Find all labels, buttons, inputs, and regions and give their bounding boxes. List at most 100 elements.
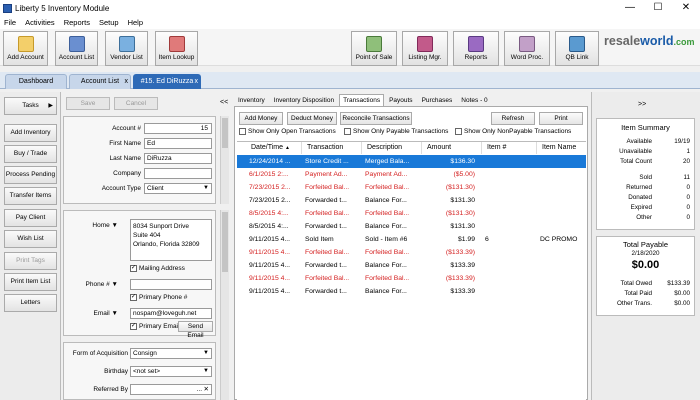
table-row[interactable]: 7/23/2015 2... Forwarded t... Balance For.… (237, 194, 586, 207)
table-row[interactable]: 8/5/2015 4:... Forwarded t... Balance For.… (237, 220, 586, 233)
table-cell: Forwarded t... (305, 197, 347, 204)
tab-payouts[interactable]: Payouts (385, 94, 417, 106)
mailing-address-checkbox[interactable]: ✓ Mailing Address (130, 265, 185, 272)
buy-trade-button[interactable]: Buy / Trade (4, 145, 57, 163)
referred-by-field[interactable]: ... ✕ (130, 384, 212, 395)
payable-row: Total Owed $133.39 (601, 279, 691, 289)
table-row[interactable]: 9/11/2015 4... Sold Item Sold - Item #6 $1.… (237, 233, 586, 246)
table-row[interactable]: 9/11/2015 4... Forwarded t... Balance For.… (237, 285, 586, 298)
expand-summary-button[interactable]: >> (638, 101, 646, 108)
table-row[interactable]: 9/11/2015 4... Forfeited Bal... Forfeited … (237, 272, 586, 285)
table-row[interactable]: 9/11/2015 4... Forwarded t... Balance For.… (237, 259, 586, 272)
company-field[interactable] (144, 168, 212, 179)
menu-setup[interactable]: Setup (99, 18, 119, 27)
tab-transactions[interactable]: Transactions (339, 94, 385, 106)
table-row[interactable]: 8/5/2015 4:... Forfeited Bal... Forfeited … (237, 207, 586, 220)
vendor-list-button[interactable]: Vendor List (105, 31, 148, 66)
tab-account-list[interactable]: Account List x (69, 74, 131, 89)
reports-button[interactable]: Reports (453, 31, 499, 66)
tab-account-15[interactable]: #15. Ed DiRuzza x (133, 74, 201, 89)
birthday-select[interactable]: <not set> ▼ (130, 366, 212, 377)
qb-link-button[interactable]: QB Link (555, 31, 599, 66)
table-row[interactable]: 9/11/2015 4... Forfeited Bal... Forfeited … (237, 246, 586, 259)
menu-reports[interactable]: Reports (64, 18, 90, 27)
tasks-button[interactable]: Tasks ▶ (4, 97, 57, 115)
account-type-select[interactable]: Client ▼ (144, 183, 212, 194)
table-cell: Forfeited Bal... (365, 210, 410, 217)
tab-inventory-disposition[interactable]: Inventory Disposition (270, 94, 338, 106)
menu-file[interactable]: File (4, 18, 16, 27)
close-button[interactable]: ✕ (673, 1, 699, 15)
account-number-field[interactable]: 15 (144, 123, 212, 134)
menu-help[interactable]: Help (128, 18, 143, 27)
deduct-money-button[interactable]: Deduct Money (287, 112, 337, 125)
column-header-item-number[interactable]: Item # (482, 142, 537, 154)
clear-icon[interactable]: ✕ (204, 385, 209, 394)
form-scrollbar[interactable] (220, 116, 229, 204)
contact-scrollbar[interactable] (220, 210, 229, 400)
summary-label: Available (626, 138, 652, 145)
more-icon[interactable]: ... (197, 385, 202, 394)
tab-purchases[interactable]: Purchases (418, 94, 457, 106)
column-header-transaction[interactable]: Transaction (302, 142, 362, 154)
listing-manager-icon (417, 36, 433, 52)
column-header-amount[interactable]: Amount (422, 142, 482, 154)
item-lookup-button[interactable]: Item Lookup (155, 31, 198, 66)
table-row[interactable]: 6/1/2015 2:... Payment Ad... Payment Ad...… (237, 168, 586, 181)
listing-manager-button[interactable]: Listing Mgr. (402, 31, 448, 66)
summary-label: Unavailable (619, 148, 652, 155)
close-tab-icon[interactable]: x (125, 75, 129, 89)
qb-link-icon (569, 36, 585, 52)
cancel-button[interactable]: Cancel (114, 97, 158, 110)
summary-row: Returned 0 (601, 183, 690, 193)
nonpayable-transactions-checkbox[interactable]: Show Only NonPayable Transactions (455, 128, 571, 135)
transfer-items-button[interactable]: Transfer Items (4, 187, 57, 205)
table-cell: Forfeited Bal... (365, 184, 410, 191)
address-field[interactable]: 8034 Sunport Drive Suite 404 Orlando, Fl… (130, 219, 212, 261)
add-account-button[interactable]: Add Account (3, 31, 48, 66)
email-field[interactable]: nospam@loveguh.net (130, 308, 212, 319)
add-money-button[interactable]: Add Money (239, 112, 283, 125)
pay-client-button[interactable]: Pay Client (4, 209, 57, 227)
total-payable-box: Total Payable 2/18/2020 $0.00 Total Owed… (596, 236, 695, 316)
column-header-item-name[interactable]: Item Name (537, 142, 586, 154)
table-row[interactable]: 12/24/2014 ... Store Credit ... Merged Bal… (237, 155, 586, 168)
referred-by-label: Referred By (93, 386, 128, 393)
primary-phone-checkbox[interactable]: ✓ Primary Phone # (130, 294, 187, 301)
point-of-sale-button[interactable]: Point of Sale (351, 31, 397, 66)
account-list-button[interactable]: Account List (55, 31, 98, 66)
process-pending-button[interactable]: Process Pending (4, 166, 57, 184)
tab-notes[interactable]: Notes - 0 (457, 94, 491, 106)
column-header-description[interactable]: Description (362, 142, 422, 154)
reconcile-transactions-button[interactable]: Reconcile Transactions (340, 112, 412, 125)
column-header-date[interactable]: Date/Time ▲ (246, 142, 302, 154)
menu-activities[interactable]: Activities (25, 18, 55, 27)
letters-button[interactable]: Letters (4, 294, 57, 312)
word-processor-button[interactable]: Word Proc. (504, 31, 550, 66)
collapse-panel-button[interactable]: << (220, 99, 228, 106)
acquisition-select[interactable]: Consign ▼ (130, 348, 212, 359)
maximize-button[interactable]: ☐ (645, 1, 671, 15)
tab-inventory[interactable]: Inventory (234, 94, 269, 106)
refresh-button[interactable]: Refresh (491, 112, 535, 125)
table-cell: ($131.30) (445, 184, 475, 191)
wish-list-button[interactable]: Wish List (4, 230, 57, 248)
send-email-button[interactable]: Send Email (178, 321, 213, 339)
save-button[interactable]: Save (66, 97, 110, 110)
phone-field[interactable] (130, 279, 212, 290)
table-row[interactable]: 7/23/2015 2... Forfeited Bal... Forfeited … (237, 181, 586, 194)
open-transactions-checkbox[interactable]: Show Only Open Transactions (239, 128, 336, 135)
last-name-field[interactable]: DiRuzza (144, 153, 212, 164)
first-name-field[interactable]: Ed (144, 138, 212, 149)
window-title: Liberty 5 Inventory Module (15, 3, 110, 13)
tab-dashboard[interactable]: Dashboard (5, 74, 67, 89)
minimize-button[interactable]: — (617, 1, 643, 15)
payable-transactions-checkbox[interactable]: Show Only Payable Transactions (344, 128, 448, 135)
print-button[interactable]: Print (539, 112, 583, 125)
print-item-list-button[interactable]: Print Item List (4, 273, 57, 291)
primary-email-checkbox[interactable]: ✓ Primary Email (130, 323, 179, 330)
print-tags-button[interactable]: Print Tags (4, 252, 57, 270)
add-inventory-button[interactable]: Add Inventory (4, 124, 57, 142)
table-cell: ($131.30) (445, 210, 475, 217)
close-tab-icon[interactable]: x (195, 75, 199, 89)
